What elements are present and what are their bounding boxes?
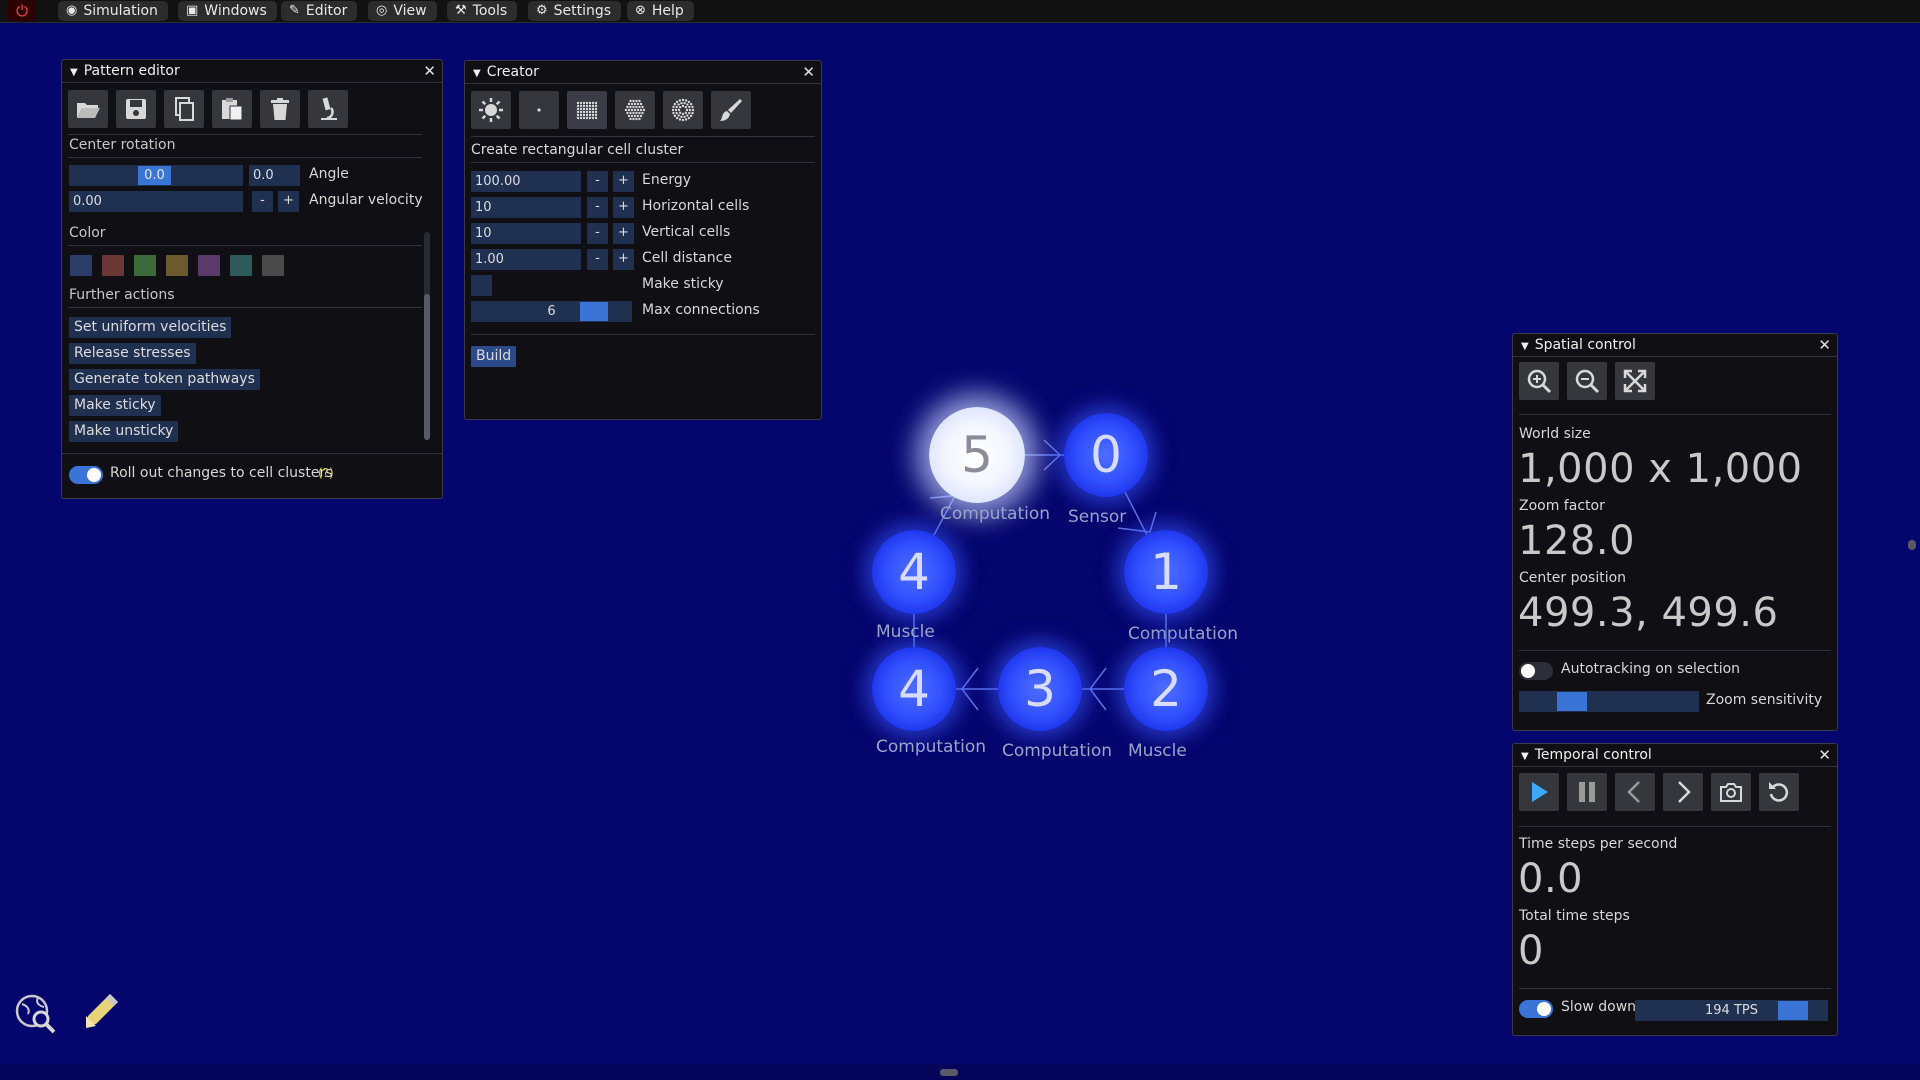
camera-icon — [1720, 783, 1742, 802]
world-size-label: World size — [1519, 426, 1591, 442]
cell-label: Computation — [1002, 741, 1113, 761]
pause-button[interactable] — [1567, 773, 1607, 811]
divider — [1519, 414, 1831, 415]
cell-label: Computation — [876, 737, 987, 757]
cell-label: Muscle — [1128, 741, 1187, 761]
chevron-left-icon — [1627, 781, 1640, 803]
cell-label: Sensor — [1068, 507, 1127, 527]
cell-node[interactable]: 2 — [1124, 647, 1208, 731]
cell-number: 0 — [1090, 426, 1122, 484]
total-time-steps-value: 0 — [1518, 928, 1544, 974]
globe-search-icon — [15, 994, 56, 1034]
cell-number: 3 — [1024, 660, 1056, 718]
zoom-factor-label: Zoom factor — [1519, 498, 1605, 514]
world-size-value: 1,000 x 1,000 — [1518, 446, 1803, 492]
center-position-label: Center position — [1519, 570, 1627, 586]
panel-title-text: Temporal control — [1534, 747, 1652, 763]
cell-number: 5 — [961, 426, 993, 484]
cell-number: 1 — [1150, 543, 1182, 601]
close-icon[interactable]: ✕ — [1818, 334, 1831, 356]
play-icon — [1532, 782, 1548, 802]
cell-node[interactable]: 4 — [872, 647, 956, 731]
temporal-control-panel: ▼ Temporal control ✕ Time steps per secon… — [1512, 743, 1838, 1036]
cell-node[interactable]: 3 — [998, 647, 1082, 731]
zoom-sensitivity-slider[interactable] — [1519, 691, 1699, 712]
autotracking-toggle[interactable] — [1519, 662, 1553, 680]
zoom-in-button[interactable] — [1519, 362, 1559, 400]
restore-button[interactable] — [1759, 773, 1799, 811]
spatial-control-panel: ▼ Spatial control ✕ World size 1,000 x 1,… — [1512, 333, 1838, 731]
slow-down-label: Slow down — [1561, 999, 1637, 1015]
step-forward-button[interactable] — [1663, 773, 1703, 811]
center-position-value: 499.3, 499.6 — [1518, 590, 1779, 636]
close-icon[interactable]: ✕ — [1818, 744, 1831, 766]
zoom-out-button[interactable] — [1567, 362, 1607, 400]
slow-down-slider[interactable]: 194 TPS — [1635, 1000, 1828, 1021]
cell-label: Computation — [940, 504, 1051, 524]
pencil-icon — [86, 994, 118, 1028]
search-world-icon[interactable] — [14, 992, 58, 1034]
bottom-resize-handle[interactable] — [940, 1069, 958, 1076]
bottom-status-bar — [0, 1064, 1920, 1080]
panel-title[interactable]: ▼ Spatial control ✕ — [1513, 334, 1837, 357]
zoom-out-icon — [1575, 369, 1600, 394]
zoom-sensitivity-label: Zoom sensitivity — [1706, 692, 1823, 708]
zoom-factor-value: 128.0 — [1518, 518, 1636, 564]
toggle-knob — [1537, 1002, 1551, 1016]
chevron-right-icon — [1678, 781, 1691, 803]
panel-title-text: Spatial control — [1534, 337, 1636, 353]
snapshot-button[interactable] — [1711, 773, 1751, 811]
fit-to-view-button[interactable] — [1615, 362, 1655, 400]
autotracking-label: Autotracking on selection — [1561, 661, 1741, 677]
cell-label: Computation — [1128, 624, 1239, 644]
expand-icon — [1623, 369, 1647, 393]
zoom-in-icon — [1527, 369, 1552, 394]
cell-node[interactable]: 4 — [872, 530, 956, 614]
tps-label: Time steps per second — [1519, 836, 1678, 852]
pause-icon — [1579, 782, 1595, 802]
cell-number: 4 — [898, 660, 930, 718]
slow-down-value: 194 TPS — [1705, 1003, 1758, 1018]
cell-number: 4 — [898, 543, 930, 601]
play-button[interactable] — [1519, 773, 1559, 811]
collapse-triangle-icon[interactable]: ▼ — [1521, 751, 1529, 762]
edit-mode-icon[interactable] — [78, 990, 122, 1034]
cell-label: Muscle — [876, 622, 935, 642]
total-time-steps-label: Total time steps — [1519, 908, 1630, 924]
toggle-knob — [1521, 664, 1535, 678]
zoom-sensitivity-slider-grab[interactable] — [1557, 692, 1587, 711]
cell-node[interactable]: 1 — [1124, 530, 1208, 614]
slow-down-slider-grab[interactable] — [1778, 1001, 1808, 1020]
divider — [1519, 826, 1831, 827]
panel-title[interactable]: ▼ Temporal control ✕ — [1513, 744, 1837, 767]
cell-node[interactable]: 5 — [929, 407, 1025, 503]
slow-down-toggle[interactable] — [1519, 1000, 1553, 1018]
tps-value: 0.0 — [1518, 856, 1584, 902]
undo-icon — [1769, 782, 1789, 802]
divider — [1519, 650, 1831, 651]
right-resize-handle[interactable] — [1908, 540, 1916, 550]
cell-number: 2 — [1150, 660, 1182, 718]
collapse-triangle-icon[interactable]: ▼ — [1521, 341, 1529, 352]
divider — [1519, 988, 1831, 989]
step-backward-button[interactable] — [1615, 773, 1655, 811]
cell-node[interactable]: 0 — [1064, 413, 1148, 497]
